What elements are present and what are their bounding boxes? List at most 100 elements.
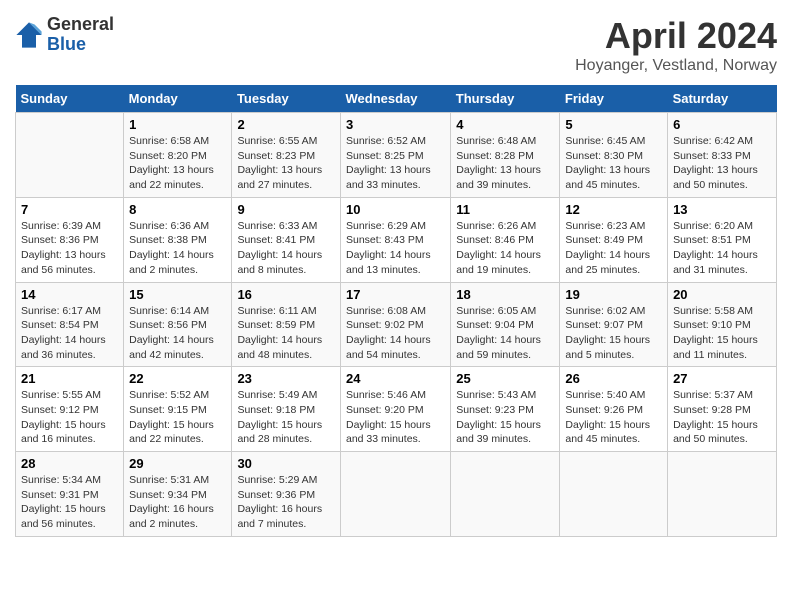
day-number: 19 xyxy=(565,287,662,302)
day-number: 5 xyxy=(565,117,662,132)
day-number: 18 xyxy=(456,287,554,302)
main-title: April 2024 xyxy=(575,15,777,57)
day-detail: Sunrise: 6:33 AM Sunset: 8:41 PM Dayligh… xyxy=(237,219,335,278)
week-row-4: 21Sunrise: 5:55 AM Sunset: 9:12 PM Dayli… xyxy=(16,367,777,452)
calendar-cell: 12 Sunrise: 6:23 AM Sunset: 8:49 PM Dayli… xyxy=(560,197,668,282)
calendar-cell: 1 Sunrise: 6:58 AM Sunset: 8:20 PM Daylig… xyxy=(124,113,232,198)
day-number: 28 xyxy=(21,456,118,471)
day-detail: Sunrise: 5:58 AM Sunset: 9:10 PM Dayligh… xyxy=(673,304,771,363)
week-row-1: 1 Sunrise: 6:58 AM Sunset: 8:20 PM Daylig… xyxy=(16,113,777,198)
day-detail: Sunrise: 5:34 AM Sunset: 9:31 PM Dayligh… xyxy=(21,473,118,532)
day-number: 20 xyxy=(673,287,771,302)
day-detail: Sunrise: 5:29 AM Sunset: 9:36 PM Dayligh… xyxy=(237,473,335,532)
day-number: 24 xyxy=(346,371,445,386)
header-day-wednesday: Wednesday xyxy=(340,85,450,113)
calendar-cell: 29 Sunrise: 5:31 AM Sunset: 9:34 PM Dayli… xyxy=(124,452,232,537)
logo-icon xyxy=(15,21,43,49)
logo: General Blue xyxy=(15,15,114,55)
day-detail: Sunrise: 6:02 AM Sunset: 9:07 PM Dayligh… xyxy=(565,304,662,363)
day-number: 3 xyxy=(346,117,445,132)
day-detail: Sunrise: 6:52 AM Sunset: 8:25 PM Dayligh… xyxy=(346,134,445,193)
header-day-sunday: Sunday xyxy=(16,85,124,113)
calendar-cell: 7Sunrise: 6:39 AM Sunset: 8:36 PM Daylig… xyxy=(16,197,124,282)
day-detail: Sunrise: 6:29 AM Sunset: 8:43 PM Dayligh… xyxy=(346,219,445,278)
day-number: 11 xyxy=(456,202,554,217)
day-detail: Sunrise: 5:31 AM Sunset: 9:34 PM Dayligh… xyxy=(129,473,226,532)
day-detail: Sunrise: 6:39 AM Sunset: 8:36 PM Dayligh… xyxy=(21,219,118,278)
day-number: 22 xyxy=(129,371,226,386)
day-detail: Sunrise: 6:55 AM Sunset: 8:23 PM Dayligh… xyxy=(237,134,335,193)
page-header: General Blue April 2024 Hoyanger, Vestla… xyxy=(15,15,777,75)
title-block: April 2024 Hoyanger, Vestland, Norway xyxy=(575,15,777,75)
calendar-cell: 8 Sunrise: 6:36 AM Sunset: 8:38 PM Daylig… xyxy=(124,197,232,282)
day-detail: Sunrise: 6:45 AM Sunset: 8:30 PM Dayligh… xyxy=(565,134,662,193)
day-number: 27 xyxy=(673,371,771,386)
day-detail: Sunrise: 6:23 AM Sunset: 8:49 PM Dayligh… xyxy=(565,219,662,278)
calendar-cell xyxy=(668,452,777,537)
calendar-cell: 20 Sunrise: 5:58 AM Sunset: 9:10 PM Dayli… xyxy=(668,282,777,367)
calendar-cell: 5 Sunrise: 6:45 AM Sunset: 8:30 PM Daylig… xyxy=(560,113,668,198)
calendar-cell: 9 Sunrise: 6:33 AM Sunset: 8:41 PM Daylig… xyxy=(232,197,341,282)
day-number: 23 xyxy=(237,371,335,386)
calendar-cell: 3 Sunrise: 6:52 AM Sunset: 8:25 PM Daylig… xyxy=(340,113,450,198)
calendar-cell: 30 Sunrise: 5:29 AM Sunset: 9:36 PM Dayli… xyxy=(232,452,341,537)
day-number: 10 xyxy=(346,202,445,217)
calendar-cell: 21Sunrise: 5:55 AM Sunset: 9:12 PM Dayli… xyxy=(16,367,124,452)
week-row-3: 14Sunrise: 6:17 AM Sunset: 8:54 PM Dayli… xyxy=(16,282,777,367)
calendar-cell xyxy=(560,452,668,537)
day-detail: Sunrise: 6:26 AM Sunset: 8:46 PM Dayligh… xyxy=(456,219,554,278)
calendar-cell: 16Sunrise: 6:11 AM Sunset: 8:59 PM Dayli… xyxy=(232,282,341,367)
day-detail: Sunrise: 6:36 AM Sunset: 8:38 PM Dayligh… xyxy=(129,219,226,278)
day-detail: Sunrise: 5:52 AM Sunset: 9:15 PM Dayligh… xyxy=(129,388,226,447)
calendar-cell: 6 Sunrise: 6:42 AM Sunset: 8:33 PM Daylig… xyxy=(668,113,777,198)
header-row: SundayMondayTuesdayWednesdayThursdayFrid… xyxy=(16,85,777,113)
calendar-body: 1 Sunrise: 6:58 AM Sunset: 8:20 PM Daylig… xyxy=(16,113,777,537)
header-day-monday: Monday xyxy=(124,85,232,113)
calendar-table: SundayMondayTuesdayWednesdayThursdayFrid… xyxy=(15,85,777,537)
subtitle: Hoyanger, Vestland, Norway xyxy=(575,57,777,75)
calendar-cell: 23 Sunrise: 5:49 AM Sunset: 9:18 PM Dayli… xyxy=(232,367,341,452)
calendar-cell: 17Sunrise: 6:08 AM Sunset: 9:02 PM Dayli… xyxy=(340,282,450,367)
calendar-cell: 2 Sunrise: 6:55 AM Sunset: 8:23 PM Daylig… xyxy=(232,113,341,198)
day-detail: Sunrise: 5:43 AM Sunset: 9:23 PM Dayligh… xyxy=(456,388,554,447)
day-number: 4 xyxy=(456,117,554,132)
day-number: 29 xyxy=(129,456,226,471)
logo-blue-text: Blue xyxy=(47,35,114,55)
calendar-cell xyxy=(16,113,124,198)
calendar-header: SundayMondayTuesdayWednesdayThursdayFrid… xyxy=(16,85,777,113)
day-number: 6 xyxy=(673,117,771,132)
day-detail: Sunrise: 6:05 AM Sunset: 9:04 PM Dayligh… xyxy=(456,304,554,363)
day-number: 1 xyxy=(129,117,226,132)
calendar-cell xyxy=(340,452,450,537)
day-number: 8 xyxy=(129,202,226,217)
calendar-cell: 22 Sunrise: 5:52 AM Sunset: 9:15 PM Dayli… xyxy=(124,367,232,452)
calendar-cell: 27 Sunrise: 5:37 AM Sunset: 9:28 PM Dayli… xyxy=(668,367,777,452)
day-number: 12 xyxy=(565,202,662,217)
calendar-cell: 13Sunrise: 6:20 AM Sunset: 8:51 PM Dayli… xyxy=(668,197,777,282)
day-detail: Sunrise: 6:08 AM Sunset: 9:02 PM Dayligh… xyxy=(346,304,445,363)
day-detail: Sunrise: 5:40 AM Sunset: 9:26 PM Dayligh… xyxy=(565,388,662,447)
day-number: 26 xyxy=(565,371,662,386)
calendar-cell: 14Sunrise: 6:17 AM Sunset: 8:54 PM Dayli… xyxy=(16,282,124,367)
header-day-tuesday: Tuesday xyxy=(232,85,341,113)
day-detail: Sunrise: 5:37 AM Sunset: 9:28 PM Dayligh… xyxy=(673,388,771,447)
logo-general-text: General xyxy=(47,15,114,35)
day-detail: Sunrise: 5:55 AM Sunset: 9:12 PM Dayligh… xyxy=(21,388,118,447)
calendar-cell: 26 Sunrise: 5:40 AM Sunset: 9:26 PM Dayli… xyxy=(560,367,668,452)
calendar-cell: 19 Sunrise: 6:02 AM Sunset: 9:07 PM Dayli… xyxy=(560,282,668,367)
day-number: 25 xyxy=(456,371,554,386)
day-number: 30 xyxy=(237,456,335,471)
calendar-cell xyxy=(451,452,560,537)
day-detail: Sunrise: 5:49 AM Sunset: 9:18 PM Dayligh… xyxy=(237,388,335,447)
day-detail: Sunrise: 6:42 AM Sunset: 8:33 PM Dayligh… xyxy=(673,134,771,193)
calendar-cell: 24Sunrise: 5:46 AM Sunset: 9:20 PM Dayli… xyxy=(340,367,450,452)
day-number: 2 xyxy=(237,117,335,132)
day-detail: Sunrise: 6:58 AM Sunset: 8:20 PM Dayligh… xyxy=(129,134,226,193)
calendar-cell: 18 Sunrise: 6:05 AM Sunset: 9:04 PM Dayli… xyxy=(451,282,560,367)
calendar-cell: 15Sunrise: 6:14 AM Sunset: 8:56 PM Dayli… xyxy=(124,282,232,367)
day-number: 13 xyxy=(673,202,771,217)
day-number: 9 xyxy=(237,202,335,217)
week-row-5: 28 Sunrise: 5:34 AM Sunset: 9:31 PM Dayli… xyxy=(16,452,777,537)
calendar-cell: 10 Sunrise: 6:29 AM Sunset: 8:43 PM Dayli… xyxy=(340,197,450,282)
day-detail: Sunrise: 6:11 AM Sunset: 8:59 PM Dayligh… xyxy=(237,304,335,363)
